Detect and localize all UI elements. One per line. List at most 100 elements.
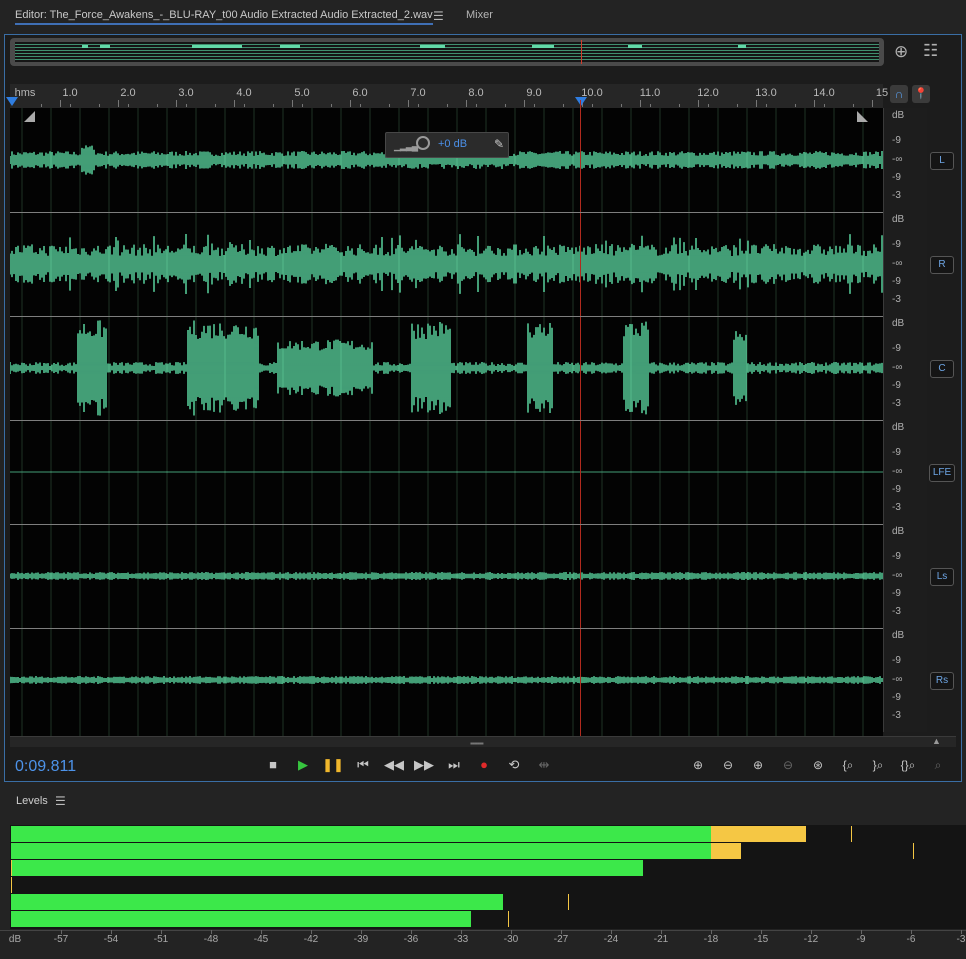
ruler-minor-tick <box>70 104 71 107</box>
meter-scale-tick <box>461 930 462 934</box>
ruler-minor-tick <box>331 104 332 107</box>
zoom-out-full-button[interactable]: ⊛ <box>807 756 829 774</box>
meter-scale-tick <box>511 930 512 934</box>
pause-button[interactable]: ❚❚ <box>322 756 344 774</box>
playhead-marker[interactable] <box>575 97 587 106</box>
ruler-minor-tick <box>505 104 506 107</box>
ruler-minor-tick <box>418 104 419 107</box>
start-marker[interactable] <box>6 97 18 106</box>
meter-scale-tick <box>711 930 712 934</box>
db-label: dB <box>892 526 905 537</box>
zoom-out-amplitude-button[interactable]: ⊖ <box>717 756 739 774</box>
panel-menu-icon[interactable]: ☰ <box>433 9 444 23</box>
zoom-navigator-icon[interactable]: ⊕ <box>894 43 908 60</box>
db-label: -9 <box>892 655 901 666</box>
meter-scale-label: -36 <box>403 934 419 945</box>
overview-peak <box>532 45 554 48</box>
play-button[interactable]: ▶ <box>292 756 314 774</box>
meter-scale-label: -57 <box>53 934 69 945</box>
channel-badge-l[interactable]: L <box>930 152 954 170</box>
ruler-minor-tick <box>302 104 303 107</box>
gain-knob[interactable] <box>416 136 430 150</box>
ruler-label: 13.0 <box>755 87 777 99</box>
ruler-label: 15 <box>875 87 889 99</box>
tab-editor[interactable]: Editor: The_Force_Awakens_-_BLU-RAY_t00 … <box>15 9 433 25</box>
ruler-minor-tick <box>824 104 825 107</box>
meter-scale-label: -18 <box>703 934 719 945</box>
channel-badge-lfe[interactable]: LFE <box>929 464 955 482</box>
waveform-display[interactable] <box>10 108 883 736</box>
ruler-tick <box>176 100 177 107</box>
db-label: -9 <box>892 276 901 287</box>
db-label: -∞ <box>892 674 903 685</box>
go-to-start-button[interactable]: ⏮ <box>352 756 374 774</box>
db-scale[interactable] <box>883 628 927 732</box>
db-label: -3 <box>892 606 901 617</box>
meter-scale-label: -9 <box>856 934 866 945</box>
fast-forward-button[interactable]: ▶▶ <box>413 756 435 774</box>
levels-header <box>0 790 966 812</box>
overview-peak <box>280 45 300 48</box>
meter-scale-label: -24 <box>603 934 619 945</box>
lane-separator <box>10 524 883 525</box>
db-scale[interactable] <box>883 212 927 316</box>
ruler-tick <box>118 100 119 107</box>
overview-track <box>15 50 879 51</box>
zoom-selection-button[interactable]: {}⌕ <box>897 756 919 774</box>
meter-scale-tick <box>661 930 662 934</box>
ruler-label: 3.0 <box>178 87 194 99</box>
levels-title: Levels <box>16 795 48 807</box>
loop-button[interactable]: ⟲ <box>503 756 525 774</box>
zoom-in-amplitude-button[interactable]: ⊕ <box>687 756 709 774</box>
db-label: -9 <box>892 343 901 354</box>
snap-icon[interactable]: ∩ <box>890 85 908 103</box>
ruler-minor-tick <box>853 104 854 107</box>
pin-icon[interactable]: ✎ <box>494 137 504 151</box>
overview-track <box>15 59 879 60</box>
meter-scale-label: -30 <box>503 934 519 945</box>
channel-badge-r[interactable]: R <box>930 256 954 274</box>
marker-pin-icon[interactable]: 📍 <box>912 85 930 103</box>
levels-menu-icon[interactable]: ☰ <box>55 794 66 808</box>
list-view-icon[interactable]: ☷ <box>923 42 938 59</box>
meter-bar-green <box>11 894 503 910</box>
stop-button[interactable]: ■ <box>262 756 284 774</box>
ruler-minor-tick <box>795 104 796 107</box>
db-label: -3 <box>892 398 901 409</box>
waveform-c <box>10 320 883 416</box>
meter-scale-tick <box>411 930 412 934</box>
ruler-tick <box>698 100 699 107</box>
db-scale[interactable] <box>883 316 927 420</box>
meter-scale-label: -42 <box>303 934 319 945</box>
meter-scale-tick <box>811 930 812 934</box>
zoom-out-time-button: ⊖ <box>782 758 794 772</box>
go-to-end-button[interactable]: ⏭ <box>443 756 465 774</box>
db-label: -9 <box>892 484 901 495</box>
ruler-minor-tick <box>273 104 274 107</box>
scroll-up-icon[interactable]: ▲ <box>932 736 941 746</box>
channel-badge-rs[interactable]: Rs <box>930 672 954 690</box>
db-label: -3 <box>892 294 901 305</box>
meter-peak-hold <box>567 894 569 910</box>
db-scale[interactable] <box>883 108 927 212</box>
db-scale[interactable] <box>883 524 927 628</box>
ruler-minor-tick <box>650 104 651 107</box>
current-time-display[interactable]: 0:09.811 <box>15 758 76 776</box>
ruler-tick <box>872 100 873 107</box>
ruler-minor-tick <box>360 104 361 107</box>
record-button[interactable]: ● <box>473 756 495 774</box>
gain-value[interactable]: +0 dB <box>438 138 467 150</box>
horizontal-scrollbar[interactable] <box>10 736 956 747</box>
zoom-in-time-button[interactable]: ⊕ <box>747 756 769 774</box>
rewind-button[interactable]: ◀◀ <box>383 756 405 774</box>
db-scale[interactable] <box>883 420 927 524</box>
tab-mixer[interactable]: Mixer <box>466 9 493 21</box>
db-label: -3 <box>892 190 901 201</box>
meter-scale-label: -6 <box>906 934 916 945</box>
channel-badge-ls[interactable]: Ls <box>930 568 954 586</box>
ruler-minor-tick <box>186 104 187 107</box>
zoom-in-point-button[interactable]: {⌕ <box>837 756 859 774</box>
zoom-out-point-button[interactable]: }⌕ <box>867 756 889 774</box>
resize-grip-icon[interactable]: ▪▪▪▪▪▪▪ <box>470 739 484 748</box>
channel-badge-c[interactable]: C <box>930 360 954 378</box>
